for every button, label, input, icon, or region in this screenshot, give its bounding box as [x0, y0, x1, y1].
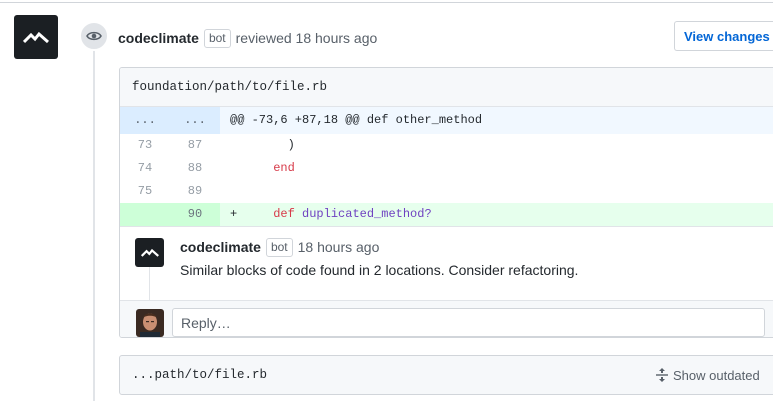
view-changes-button[interactable]: View changes — [674, 21, 773, 51]
codeclimate-avatar[interactable] — [14, 15, 58, 59]
review-action-text: reviewed 18 hours ago — [235, 30, 378, 46]
expand-down-button[interactable]: ... — [170, 107, 220, 134]
codeclimate-logo-icon — [140, 248, 159, 257]
new-line-number[interactable]: 88 — [170, 157, 220, 180]
hunk-header-row: ... ... @@ -73,6 +87,18 @@ def other_met… — [120, 107, 773, 134]
comment-header: codeclimate bot 18 hours ago — [180, 237, 379, 257]
old-line-number[interactable]: 74 — [120, 157, 170, 180]
timeline-line — [93, 50, 95, 401]
line-code — [220, 180, 773, 203]
file-diff-box: foundation/path/to/file.rb ... ... @@ -7… — [119, 67, 773, 338]
added-diff-line: 90 + def duplicated_method? — [120, 203, 773, 226]
old-line-number[interactable]: 73 — [120, 134, 170, 157]
diff-line: 73 87 ) — [120, 134, 773, 157]
inline-comment: codeclimate bot 18 hours ago Similar blo… — [120, 226, 773, 302]
diff-line: 74 88 end — [120, 157, 773, 180]
expand-up-button[interactable]: ... — [120, 107, 170, 134]
keyword-token: def — [273, 207, 295, 221]
hunk-header-text: @@ -73,6 +87,18 @@ def other_method — [230, 113, 483, 127]
old-line-number[interactable]: 75 — [120, 180, 170, 203]
show-outdated-label: Show outdated — [673, 367, 760, 383]
comment-body: Similar blocks of code found in 2 locati… — [180, 262, 579, 278]
user-photo-icon — [136, 309, 164, 337]
review-header: codeclimate bot reviewed 18 hours ago — [118, 27, 377, 49]
old-line-number — [120, 203, 170, 226]
timeline-top-divider — [0, 0, 773, 3]
new-line-number[interactable]: 87 — [170, 134, 220, 157]
current-user-avatar[interactable] — [136, 309, 164, 337]
eye-icon — [86, 31, 102, 41]
unfold-icon — [656, 368, 668, 382]
outdated-file-path[interactable]: ...path/to/file.rb — [120, 368, 267, 382]
bot-badge: bot — [265, 237, 293, 257]
reply-input[interactable]: Reply… — [172, 308, 765, 337]
outdated-file-box: ...path/to/file.rb Show outdated — [119, 355, 773, 395]
show-outdated-button[interactable]: Show outdated — [656, 365, 760, 385]
codeclimate-logo-icon — [23, 31, 49, 44]
comment-thread-line — [149, 267, 150, 302]
keyword-token: end — [273, 161, 295, 175]
code-text: ) — [230, 138, 295, 152]
line-code: + def duplicated_method? — [220, 203, 773, 226]
comment-author-link[interactable]: codeclimate — [180, 239, 261, 255]
diff-line: 75 89 — [120, 180, 773, 203]
line-code: ) — [220, 134, 773, 157]
comment-author-avatar[interactable] — [135, 238, 164, 267]
review-author-link[interactable]: codeclimate — [118, 30, 199, 46]
file-header: foundation/path/to/file.rb — [120, 68, 773, 107]
bot-badge: bot — [203, 28, 231, 48]
comment-timestamp[interactable]: 18 hours ago — [298, 239, 380, 255]
diff-sign: + — [230, 207, 238, 221]
line-code: end — [220, 157, 773, 180]
reply-bar: Reply… — [120, 301, 773, 337]
new-line-number[interactable]: 90 — [170, 203, 220, 226]
function-name-token: duplicated_method? — [302, 207, 432, 221]
review-event-badge — [79, 21, 109, 51]
new-line-number[interactable]: 89 — [170, 180, 220, 203]
file-path[interactable]: foundation/path/to/file.rb — [132, 80, 327, 94]
